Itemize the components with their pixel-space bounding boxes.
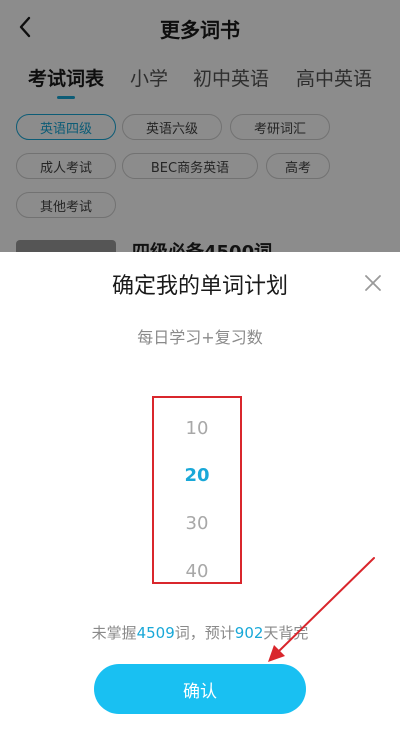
sheet-title: 确定我的单词计划	[111, 274, 288, 299]
summary-middle: 词，预计	[174, 624, 235, 642]
summary-prefix: 未掌握	[91, 624, 137, 642]
picker-option[interactable]: 40	[154, 561, 240, 582]
estimated-days: 902	[234, 624, 264, 642]
picker-option[interactable]: 30	[154, 513, 240, 534]
picker-option-selected[interactable]: 20	[154, 465, 240, 486]
plan-summary: 未掌握4509词，预计902天背完	[0, 622, 400, 643]
close-icon	[365, 275, 381, 291]
confirm-button[interactable]: 确认	[94, 664, 306, 714]
summary-suffix: 天背完	[263, 624, 309, 642]
picker-option[interactable]: 10	[154, 418, 240, 439]
close-button[interactable]	[360, 270, 386, 296]
unmastered-word-count: 4509	[136, 624, 175, 642]
modal-backdrop[interactable]	[0, 0, 400, 252]
sheet-subtitle: 每日学习+复习数	[137, 328, 263, 347]
daily-count-picker[interactable]: 10 20 30 40	[152, 396, 242, 584]
word-plan-sheet: 确定我的单词计划 每日学习+复习数 10 20 30 40 未掌握4509词，预…	[0, 252, 400, 730]
